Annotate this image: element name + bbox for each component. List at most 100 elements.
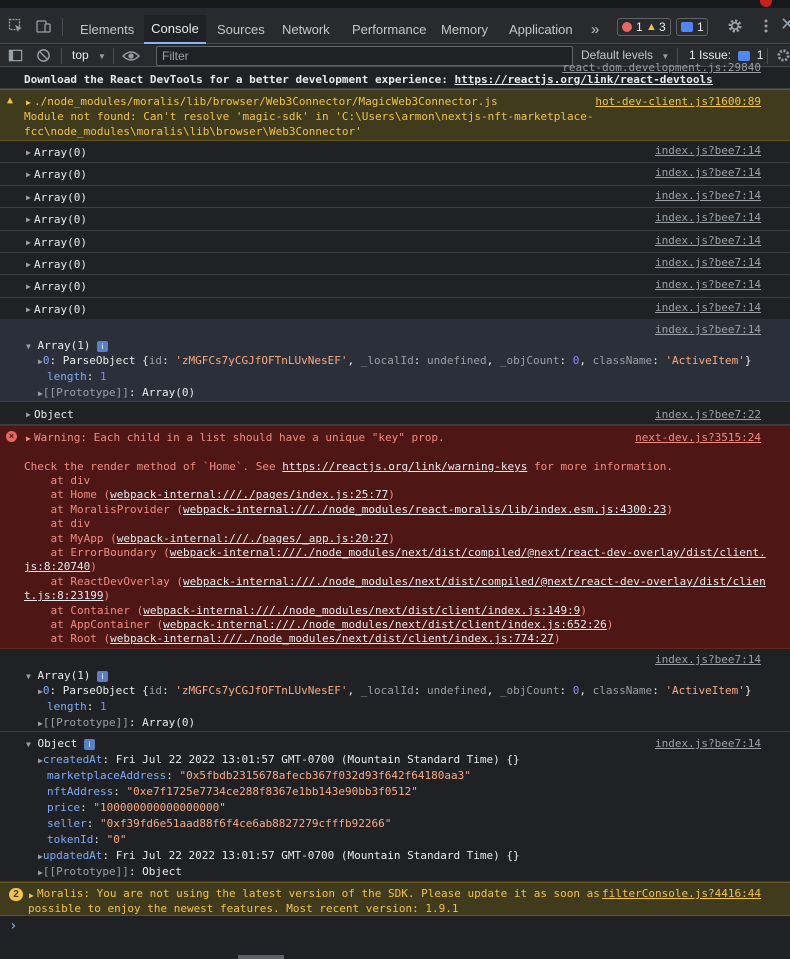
array-empty-row[interactable]: ▶ Array(0) index.js?bee7:14 xyxy=(0,163,790,186)
array-length: length: 1 xyxy=(47,370,107,383)
stack-frame-link[interactable]: webpack-internal:///./node_modules/react… xyxy=(183,503,666,516)
stack-frame-link[interactable]: webpack-internal:///./node_modules/next/… xyxy=(163,618,607,631)
stack-frame-link[interactable]: webpack-internal:///./node_modules/next/… xyxy=(183,575,766,588)
source-link[interactable]: next-dev.js?3515:24 xyxy=(635,431,761,444)
error-warning-counter[interactable]: 1 ▲ 3 xyxy=(617,18,671,36)
array-empty-row[interactable]: ▶ Array(0) index.js?bee7:14 xyxy=(0,253,790,276)
stack-frame-link[interactable]: webpack-internal:///./node_modules/next/… xyxy=(143,604,580,617)
source-link[interactable]: index.js?bee7:14 xyxy=(655,301,761,314)
warning-keys-link[interactable]: https://reactjs.org/link/warning-keys xyxy=(282,460,527,473)
context-label: top xyxy=(72,48,89,62)
context-selector[interactable]: top ▼ xyxy=(72,48,106,62)
stack-frame: t.js:8:23199) xyxy=(24,589,110,602)
stack-frame: at AppContainer (webpack-internal:///./n… xyxy=(24,618,613,631)
stack-frame-link[interactable]: webpack-internal:///./node_modules/next/… xyxy=(170,546,766,559)
object-header[interactable]: ▼ Object i xyxy=(26,737,95,750)
tab-sources[interactable]: Sources xyxy=(213,15,269,44)
expand-triangle-icon[interactable]: ▶ xyxy=(29,891,34,900)
expand-triangle-icon: ▶ xyxy=(26,304,31,314)
settings-gear-icon[interactable] xyxy=(727,18,743,34)
more-tabs-button[interactable]: » xyxy=(587,15,603,44)
source-link[interactable]: index.js?bee7:14 xyxy=(655,234,761,247)
more-options-icon[interactable] xyxy=(758,18,774,34)
array-label: Array(0) xyxy=(34,302,87,316)
stack-frame-link[interactable]: webpack-internal:///./node_modules/next/… xyxy=(110,632,554,645)
tab-console[interactable]: Console xyxy=(144,15,206,44)
messages-counter[interactable]: 1 xyxy=(676,18,708,36)
device-toolbar-icon[interactable] xyxy=(36,18,52,34)
object-property[interactable]: ▶[[Prototype]]: Object xyxy=(38,865,182,878)
property-key: nftAddress xyxy=(47,785,114,798)
tab-network[interactable]: Network xyxy=(278,15,334,44)
tab-application[interactable]: Application xyxy=(505,15,577,44)
array-item[interactable]: ▶0: ParseObject {id: 'zMGFCs7yCGJfOFTnLU… xyxy=(38,684,752,697)
stack-frame-link[interactable]: webpack-internal:///./pages/_app.js:20:2… xyxy=(117,532,389,545)
array-item[interactable]: ▶0: ParseObject {id: 'zMGFCs7yCGJfOFTnLU… xyxy=(38,354,752,367)
object-property[interactable]: ▶updatedAt: Fri Jul 22 2022 13:01:57 GMT… xyxy=(38,849,520,862)
source-link[interactable]: index.js?bee7:14 xyxy=(655,323,761,336)
array-header[interactable]: ▼ Array(1) i xyxy=(26,669,109,682)
sidebar-toggle-icon[interactable] xyxy=(8,48,23,63)
issues-button[interactable]: 1 Issue: 1 xyxy=(689,48,763,62)
source-link[interactable]: index.js?bee7:22 xyxy=(655,408,761,421)
inspect-element-icon[interactable] xyxy=(8,18,24,34)
property-key: [[Prototype]] xyxy=(42,865,129,878)
source-link[interactable]: index.js?bee7:14 xyxy=(655,166,761,179)
stack-frame-link[interactable]: js:8:20740 xyxy=(24,560,90,573)
property-value: "0x5fbdb2315678afecb367f032d93f642f64180… xyxy=(179,769,471,782)
tab-performance[interactable]: Performance xyxy=(348,15,430,44)
source-link[interactable]: index.js?bee7:14 xyxy=(655,278,761,291)
property-value: "0xf39fd6e51aad88f6f4ce6ab8827279cfffb92… xyxy=(100,817,392,830)
stack-frame-text: at MoralisProvider ( xyxy=(24,502,183,516)
close-devtools-icon[interactable]: ✕ xyxy=(780,14,790,35)
array-empty-row[interactable]: ▶ Array(0) index.js?bee7:14 xyxy=(0,141,790,164)
property-key: tokenId xyxy=(47,833,94,846)
array-empty-row[interactable]: ▶ Array(0) index.js?bee7:14 xyxy=(0,298,790,321)
stack-frame-link[interactable]: t.js:8:23199 xyxy=(24,589,103,602)
tab-divider xyxy=(62,18,63,36)
stack-frame-text: at MyApp ( xyxy=(24,531,117,545)
devtools-link[interactable]: https://reactjs.org/link/react-devtools xyxy=(454,73,712,86)
object-collapsed[interactable]: ▶ Object index.js?bee7:22 xyxy=(0,402,790,425)
source-link[interactable]: filterConsole.js?4416:44 xyxy=(602,887,761,900)
source-link[interactable]: index.js?bee7:14 xyxy=(655,189,761,202)
stack-frame-text: ) xyxy=(606,618,614,631)
live-expression-eye-icon[interactable] xyxy=(122,49,140,63)
log-levels-dropdown[interactable]: Default levels ▼ xyxy=(581,48,669,62)
console-prompt[interactable]: › xyxy=(0,916,790,940)
filter-input[interactable]: Filter xyxy=(156,46,573,66)
expand-triangle-icon[interactable]: ▶ xyxy=(26,434,31,443)
tab-memory[interactable]: Memory xyxy=(437,15,492,44)
warning-line: fcc\node_modules\moralis\lib\browser\Web… xyxy=(24,125,362,138)
console-settings-gear-icon[interactable] xyxy=(776,48,790,63)
array-empty-row[interactable]: ▶ Array(0) index.js?bee7:14 xyxy=(0,275,790,298)
object-label: Object xyxy=(34,408,74,421)
array-empty-row[interactable]: ▶ Array(0) index.js?bee7:14 xyxy=(0,186,790,209)
warning-line: Module not found: Can't resolve 'magic-s… xyxy=(24,110,594,123)
expand-triangle-icon: ▶ xyxy=(26,148,31,157)
property-key: price xyxy=(47,801,81,814)
source-link[interactable]: index.js?bee7:14 xyxy=(655,256,761,269)
property-value: Fri Jul 22 2022 13:01:57 GMT-0700 (Mount… xyxy=(115,849,520,862)
stack-frame-link[interactable]: webpack-internal:///./pages/index.js:25:… xyxy=(110,488,388,501)
array-header[interactable]: ▼ Array(1) i xyxy=(26,339,109,352)
source-link[interactable]: index.js?bee7:14 xyxy=(655,653,761,666)
clear-console-icon[interactable] xyxy=(36,48,51,63)
horizontal-scrollbar[interactable] xyxy=(238,955,284,959)
array-empty-row[interactable]: ▶ Array(0) index.js?bee7:14 xyxy=(0,231,790,253)
stack-frame-text: at Container ( xyxy=(24,603,144,617)
object-expanded: ▼ Object i index.js?bee7:14 ▶createdAt: … xyxy=(0,732,790,882)
source-link[interactable]: index.js?bee7:14 xyxy=(655,144,761,157)
source-link[interactable]: hot-dev-client.js?1600:89 xyxy=(595,95,761,108)
tab-elements[interactable]: Elements xyxy=(76,15,138,44)
object-property[interactable]: ▶createdAt: Fri Jul 22 2022 13:01:57 GMT… xyxy=(38,753,520,766)
source-link[interactable]: index.js?bee7:14 xyxy=(655,211,761,224)
array-prototype[interactable]: ▶[[Prototype]]: Array(0) xyxy=(38,716,195,729)
array-empty-row[interactable]: ▶ Array(0) index.js?bee7:14 xyxy=(0,208,790,231)
expand-triangle-icon: ▶ xyxy=(26,170,31,180)
stack-frame: at div xyxy=(24,474,90,487)
expand-triangle-icon[interactable]: ▶ xyxy=(26,98,31,107)
source-link[interactable]: index.js?bee7:14 xyxy=(655,737,761,750)
array-prototype[interactable]: ▶[[Prototype]]: Array(0) xyxy=(38,386,195,399)
warning-icon: ▲ xyxy=(646,21,657,33)
